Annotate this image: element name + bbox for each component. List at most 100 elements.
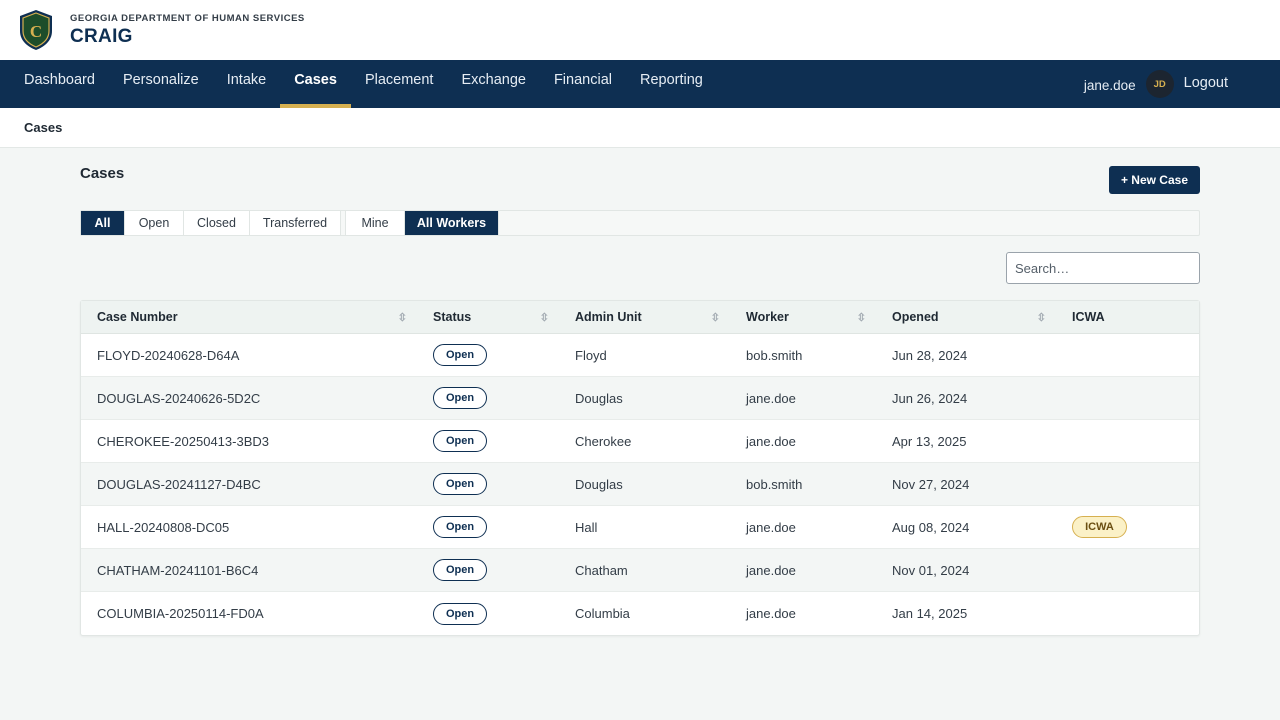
shield-logo-icon: C <box>20 10 52 50</box>
column-label: Opened <box>892 310 939 324</box>
page-header: Cases + New Case <box>80 148 1200 210</box>
column-header-worker[interactable]: Worker ⇳ <box>730 301 876 333</box>
app-name: CRAIG <box>70 25 133 47</box>
department-name: GEORGIA DEPARTMENT OF HUMAN SERVICES <box>70 12 305 24</box>
status-badge: Open <box>433 559 487 581</box>
cases-table: Case Number ⇳ Status ⇳ Admin Unit ⇳ Worker ⇳… <box>80 300 1200 636</box>
sort-icon: ⇳ <box>397 311 407 324</box>
column-label: Admin Unit <box>575 310 642 324</box>
nav-items: Dashboard Personalize Intake Cases Place… <box>10 60 717 108</box>
filter-closed[interactable]: Closed <box>184 211 250 235</box>
nav-item-personalize[interactable]: Personalize <box>109 60 213 108</box>
sort-icon: ⇳ <box>856 311 866 324</box>
admin-unit: Douglas <box>575 390 623 406</box>
opened-date: Nov 01, 2024 <box>892 562 970 578</box>
brand-text: GEORGIA DEPARTMENT OF HUMAN SERVICES CRA… <box>70 13 305 48</box>
user-area: jane.doe JD Logout <box>1084 60 1228 108</box>
table-header: Case Number ⇳ Status ⇳ Admin Unit ⇳ Worker ⇳… <box>81 301 1199 334</box>
avatar[interactable]: JD <box>1145 70 1174 98</box>
logout-link[interactable]: Logout <box>1184 75 1228 94</box>
status-badge: Open <box>433 430 487 452</box>
column-label: Case Number <box>97 310 178 324</box>
page-title: Cases <box>80 165 125 182</box>
worker: jane.doe <box>746 390 796 406</box>
opened-date: Nov 27, 2024 <box>892 476 970 492</box>
opened-date: Apr 13, 2025 <box>892 433 967 449</box>
username: jane.doe <box>1083 78 1136 93</box>
filter-transferred[interactable]: Transferred <box>250 211 341 235</box>
column-label: Status <box>433 310 472 324</box>
case-number[interactable]: DOUGLAS-20241127-D4BC <box>81 477 417 492</box>
table-row[interactable]: DOUGLAS-20240626-5D2C Open Douglas jane.… <box>81 377 1199 420</box>
sort-icon: ⇳ <box>539 311 549 324</box>
column-header-admin-unit[interactable]: Admin Unit ⇳ <box>559 301 730 333</box>
nav-item-cases[interactable]: Cases <box>280 60 351 108</box>
nav-item-dashboard[interactable]: Dashboard <box>10 60 109 108</box>
column-header-case-number[interactable]: Case Number ⇳ <box>81 301 417 333</box>
main-nav: Dashboard Personalize Intake Cases Place… <box>0 60 1280 108</box>
table-row[interactable]: CHEROKEE-20250413-3BD3 Open Cherokee jan… <box>81 420 1199 463</box>
admin-unit: Hall <box>575 519 598 535</box>
filter-open[interactable]: Open <box>125 211 184 235</box>
admin-unit: Floyd <box>575 347 607 363</box>
status-badge: Open <box>433 387 487 409</box>
admin-unit: Chatham <box>575 562 628 578</box>
sort-icon: ⇳ <box>710 311 720 324</box>
sort-icon: ⇳ <box>1036 311 1046 324</box>
filter-bar: All Open Closed Transferred Mine All Wor… <box>80 210 1200 236</box>
nav-item-placement[interactable]: Placement <box>351 60 448 108</box>
opened-date: Jun 26, 2024 <box>892 390 968 406</box>
admin-unit: Columbia <box>575 606 630 621</box>
filter-mine[interactable]: Mine <box>346 211 405 235</box>
case-number[interactable]: CHATHAM-20241101-B6C4 <box>81 563 417 578</box>
status-cell: Open <box>417 344 559 366</box>
breadcrumb: Cases <box>0 108 1280 148</box>
table-row[interactable]: FLOYD-20240628-D64A Open Floyd bob.smith… <box>81 334 1199 377</box>
opened-date: Aug 08, 2024 <box>892 519 970 535</box>
search-input[interactable] <box>1006 252 1200 284</box>
logo-letter: C <box>30 22 42 41</box>
column-header-status[interactable]: Status ⇳ <box>417 301 559 333</box>
column-label: Worker <box>746 310 789 324</box>
icwa-cell: ICWA <box>1056 516 1183 538</box>
icwa-badge: ICWA <box>1072 516 1127 538</box>
nav-item-financial[interactable]: Financial <box>540 60 626 108</box>
opened-date: Jan 14, 2025 <box>892 606 968 621</box>
status-cell: Open <box>417 516 559 538</box>
worker: bob.smith <box>746 347 803 363</box>
status-cell: Open <box>417 559 559 581</box>
table-row[interactable]: DOUGLAS-20241127-D4BC Open Douglas bob.s… <box>81 463 1199 506</box>
column-header-opened[interactable]: Opened ⇳ <box>876 301 1056 333</box>
status-cell: Open <box>417 387 559 409</box>
breadcrumb-current: Cases <box>24 120 63 135</box>
worker: jane.doe <box>746 519 796 535</box>
status-badge: Open <box>433 602 487 625</box>
filter-all[interactable]: All <box>81 211 125 235</box>
nav-item-reporting[interactable]: Reporting <box>626 60 717 108</box>
nav-item-exchange[interactable]: Exchange <box>447 60 540 108</box>
case-number[interactable]: COLUMBIA-20250114-FD0A <box>81 606 417 621</box>
status-badge: Open <box>433 516 487 538</box>
case-number[interactable]: CHEROKEE-20250413-3BD3 <box>81 434 417 449</box>
table-row[interactable]: COLUMBIA-20250114-FD0A Open Columbia jan… <box>81 592 1199 635</box>
admin-unit: Cherokee <box>575 433 632 449</box>
admin-unit: Douglas <box>575 476 623 492</box>
worker: jane.doe <box>746 562 796 578</box>
status-cell: Open <box>417 602 559 625</box>
case-number[interactable]: HALL-20240808-DC05 <box>81 520 417 535</box>
worker: bob.smith <box>746 476 803 492</box>
brand-bar: C GEORGIA DEPARTMENT OF HUMAN SERVICES C… <box>0 0 1280 60</box>
new-case-button[interactable]: + New Case <box>1108 166 1200 194</box>
filter-all-workers[interactable]: All Workers <box>405 211 499 235</box>
worker: jane.doe <box>746 433 796 449</box>
table-row[interactable]: HALL-20240808-DC05 Open Hall jane.doe Au… <box>81 506 1199 549</box>
status-cell: Open <box>417 473 559 495</box>
worker: jane.doe <box>746 606 796 621</box>
case-number[interactable]: DOUGLAS-20240626-5D2C <box>81 391 417 406</box>
search-row <box>80 236 1200 300</box>
table-row[interactable]: CHATHAM-20241101-B6C4 Open Chatham jane.… <box>81 549 1199 592</box>
main-content: Cases + New Case All Open Closed Transfe… <box>80 148 1200 636</box>
case-number[interactable]: FLOYD-20240628-D64A <box>81 348 417 363</box>
status-badge: Open <box>433 473 487 495</box>
nav-item-intake[interactable]: Intake <box>213 60 281 108</box>
